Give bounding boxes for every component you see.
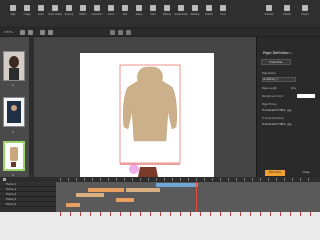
toolbar-tool-publish[interactable]: Publish — [202, 3, 216, 23]
timeline-clip[interactable] — [116, 198, 134, 202]
timeline-tracks — [56, 182, 320, 212]
page-length-label: Page Length — [262, 87, 277, 90]
toolbar-tool-audio[interactable]: Audio — [34, 3, 48, 23]
redo-icon[interactable] — [48, 30, 53, 35]
website-icon — [192, 5, 198, 11]
slide-number-1: 1 — [12, 83, 14, 87]
animation-icon — [94, 5, 100, 11]
zoom-select[interactable]: ▾ 87% — [4, 30, 13, 34]
share-icon — [66, 5, 72, 11]
timeline-markers — [60, 212, 316, 216]
tab-properties[interactable]: Properties — [261, 59, 291, 65]
page-picture-field[interactable]: Thumbnail1773851...jpg — [262, 109, 291, 112]
toolbar-preview[interactable]: Preview — [262, 3, 276, 23]
page-name-field[interactable]: undefined_1 — [262, 77, 296, 82]
slide-thumbnail-1[interactable] — [3, 51, 25, 81]
page-content — [119, 64, 181, 177]
slide-list-panel: 1 2 3 — [0, 37, 30, 177]
action-icon — [108, 5, 114, 11]
publish-icon — [206, 5, 212, 11]
text-icon — [122, 5, 128, 11]
timeline-layer-list: Frame_1 Frame_2 Frame_3 Frame_4 Frame_5 — [0, 182, 56, 212]
toolbar-tool-sharing[interactable]: Sharing — [62, 3, 76, 23]
sweater-thumbnail-image — [5, 143, 23, 169]
toolbar-tool-page[interactable]: Page — [6, 3, 20, 23]
screenshot-icon — [178, 5, 184, 11]
timeline-clip[interactable] — [126, 188, 160, 192]
toolbar-export[interactable]: Export — [298, 3, 312, 23]
slide-thumbnail-2[interactable] — [3, 97, 25, 127]
toolbar-tool-shape[interactable]: Shape — [132, 3, 146, 23]
fashion-thumbnail-image — [4, 98, 24, 126]
audio-icon — [38, 5, 44, 11]
select-icon[interactable] — [28, 30, 33, 35]
page-picture-label: Page Picture — [262, 103, 277, 106]
sweater-image[interactable] — [123, 66, 177, 142]
timeline-play-icon[interactable] — [3, 178, 6, 181]
shape-icon — [136, 5, 142, 11]
toolbar-tool-markup[interactable]: Markup — [160, 3, 174, 23]
video-icon — [52, 5, 58, 11]
align-center-icon[interactable] — [118, 30, 123, 35]
export-icon — [302, 5, 308, 11]
thumbnail-picture-field[interactable]: Thumbnail1773851...jpg — [262, 123, 291, 126]
undo-icon[interactable] — [40, 30, 45, 35]
publish-icon — [284, 5, 290, 11]
timeline-clip[interactable] — [88, 188, 124, 192]
timeline-panel: Frame_1 Frame_2 Frame_3 Frame_4 Frame_5 — [0, 177, 320, 240]
preview-icon — [266, 5, 272, 11]
align-left-icon[interactable] — [110, 30, 115, 35]
main-toolbar: Page Image Audio Video Shape Sharing But… — [0, 0, 320, 28]
page-name-label: Page Name — [262, 72, 276, 75]
align-right-icon[interactable] — [126, 30, 131, 35]
thumbnail-picture-label: Thumbnail Picture — [262, 117, 284, 120]
toolbar-tool-website[interactable]: Website — [188, 3, 202, 23]
toolbar-tool-image[interactable]: Image — [20, 3, 34, 23]
cursor-highlight — [129, 164, 139, 174]
page-length-field[interactable]: 10 s — [291, 87, 296, 90]
close-button[interactable]: Close — [299, 170, 313, 176]
timeline-layer[interactable]: Frame_5 — [0, 202, 56, 207]
background-color-swatch[interactable] — [297, 94, 315, 98]
properties-panel: Page Definition... Properties Page Name … — [256, 37, 320, 177]
structure-button[interactable]: Structure — [265, 170, 285, 176]
toolbar-tool-text[interactable]: Text — [118, 3, 132, 23]
portrait-thumbnail-image — [4, 52, 24, 80]
slide-number-2: 2 — [12, 130, 14, 134]
toolbar-publish[interactable]: Publish — [280, 3, 294, 23]
timeline-clip[interactable] — [76, 193, 104, 197]
panel-title: Page Definition... — [263, 51, 293, 55]
canvas-area — [34, 37, 256, 177]
toolbar-tool-screenshots[interactable]: Screenshots — [174, 3, 188, 23]
secondary-toolbar: ▾ 87% — [0, 28, 320, 37]
move-icon[interactable] — [20, 30, 25, 35]
timeline-ruler[interactable] — [60, 178, 316, 181]
boots-image[interactable] — [138, 167, 158, 177]
markup-icon — [164, 5, 170, 11]
background-color-label: Background Color — [262, 95, 284, 98]
slide-icon — [150, 5, 156, 11]
image-icon — [24, 5, 30, 11]
page-canvas[interactable] — [80, 53, 214, 177]
timeline-playhead[interactable] — [196, 182, 197, 212]
toolbar-tool-animation[interactable]: Animation — [90, 3, 104, 23]
timeline-clip[interactable] — [66, 203, 80, 207]
timeline-clip[interactable] — [156, 183, 198, 187]
tools-icon — [220, 5, 226, 11]
slide-thumbnail-3[interactable] — [3, 141, 25, 171]
toolbar-tool-slide[interactable]: Slide — [146, 3, 160, 23]
boots-selection-bar — [120, 163, 180, 165]
button-icon — [80, 5, 86, 11]
page-icon — [10, 5, 16, 11]
timeline-empty-area — [0, 212, 320, 240]
toolbar-tool-tools[interactable]: Tools — [216, 3, 230, 23]
toolbar-tool-video[interactable]: Video Shape — [48, 3, 62, 23]
toolbar-tool-action[interactable]: Action — [104, 3, 118, 23]
toolbar-tool-button[interactable]: Button — [76, 3, 90, 23]
